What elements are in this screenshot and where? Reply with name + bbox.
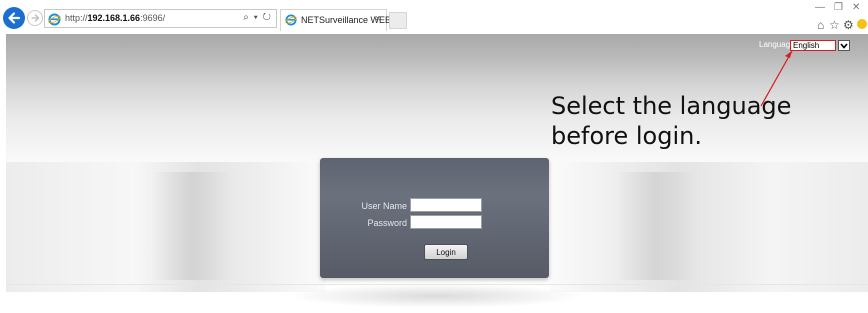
password-label: Password — [367, 218, 407, 228]
browser-toolbar: http://192.168.1.66:9696/ ⌕ ▾ ↻ NETSurve… — [0, 0, 868, 34]
restore-button[interactable]: ❐ — [834, 2, 843, 13]
background-pillar-left — [152, 172, 232, 280]
home-icon[interactable]: ⌂ — [817, 18, 824, 32]
browser-tab[interactable]: NETSurveillance WEB × — [280, 9, 391, 31]
background-wall-right — [550, 162, 868, 292]
new-tab-button[interactable] — [389, 12, 407, 29]
chevron-down-icon — [840, 42, 848, 49]
back-arrow-icon — [8, 12, 21, 24]
forward-button[interactable] — [27, 10, 43, 26]
back-button[interactable] — [3, 7, 25, 29]
login-panel: User Name Password Login — [320, 158, 549, 278]
password-field[interactable] — [410, 215, 482, 229]
forward-arrow-icon — [31, 14, 40, 22]
smiley-feedback-icon[interactable] — [857, 19, 867, 29]
login-button[interactable]: Login — [424, 244, 468, 260]
ie-logo-icon — [285, 14, 297, 26]
language-select[interactable]: English — [790, 40, 836, 51]
language-dropdown-button[interactable] — [838, 40, 850, 51]
username-label: User Name — [361, 201, 407, 211]
settings-gear-icon[interactable]: ⚙ — [843, 18, 854, 32]
minimize-button[interactable]: — — [815, 2, 825, 13]
address-tools[interactable]: ⌕ ▾ ↻ — [243, 12, 272, 23]
web-page: Language English Select the language bef… — [6, 34, 868, 313]
close-window-button[interactable]: ✕ — [852, 2, 860, 13]
panel-reflection — [286, 284, 586, 308]
annotation-text: Select the language before login. — [551, 92, 792, 150]
address-url: http://192.168.1.66:9696/ — [65, 13, 166, 23]
favorites-star-icon[interactable]: ☆ — [829, 18, 840, 32]
background-pillar-right — [616, 172, 696, 280]
tab-close-button[interactable]: × — [375, 13, 381, 25]
browser-window: http://192.168.1.66:9696/ ⌕ ▾ ↻ NETSurve… — [0, 0, 868, 313]
address-bar[interactable]: http://192.168.1.66:9696/ ⌕ ▾ ↻ — [44, 9, 277, 28]
username-field[interactable] — [410, 198, 482, 212]
ie-logo-icon — [48, 13, 61, 26]
